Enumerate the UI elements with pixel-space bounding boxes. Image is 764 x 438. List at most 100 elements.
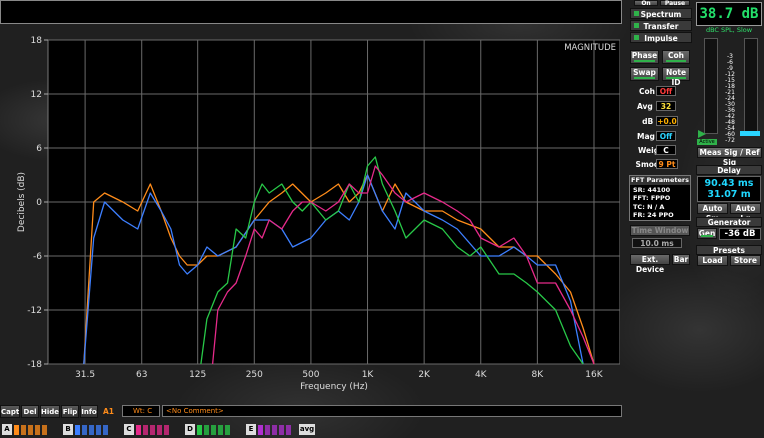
- info-button[interactable]: Info: [80, 405, 98, 418]
- meas-level-bargraph: [704, 38, 718, 134]
- indicator-bar: [701, 235, 713, 237]
- fft-line: SR: 44100: [633, 185, 671, 194]
- coh-label: Coh: [668, 51, 684, 60]
- x-tick-label: 250: [246, 370, 263, 380]
- phase-button[interactable]: Phase: [630, 50, 659, 64]
- on-button[interactable]: On: [634, 0, 658, 7]
- ext-device-button[interactable]: Ext. Device: [630, 254, 670, 274]
- x-tick-label: 2K: [418, 370, 431, 380]
- gen-button[interactable]: Gen: [697, 228, 717, 239]
- weight-value[interactable]: C: [656, 145, 676, 155]
- trace-slot-chip[interactable]: [42, 425, 47, 435]
- trace-slot-chip[interactable]: [35, 425, 40, 435]
- avg-button[interactable]: avg: [299, 424, 315, 435]
- trace-slot-chip[interactable]: [136, 425, 141, 435]
- x-tick-label: 63: [136, 370, 147, 380]
- ref-marker: [740, 131, 760, 136]
- auto-sm-button[interactable]: Auto Sm: [697, 203, 728, 223]
- meter-scale: -3 -6 -9 -12 -15 -18 -21 -24 -30 -36 -42 -48 -54 -60-…: [720, 54, 740, 144]
- trace-slot-chip[interactable]: [143, 425, 148, 435]
- trace-slot-chip[interactable]: [218, 425, 223, 435]
- trace-slot-chip[interactable]: [197, 425, 202, 435]
- presets-title: Presets: [696, 245, 762, 255]
- store-button[interactable]: Store: [730, 255, 761, 266]
- led-icon: [634, 35, 639, 40]
- flip-button[interactable]: Flip: [61, 405, 79, 418]
- tab-impulse[interactable]: Impulse: [630, 32, 692, 43]
- trace-slot-chip[interactable]: [157, 425, 162, 435]
- trace-slot-chip[interactable]: [164, 425, 169, 435]
- trace-slot-chip[interactable]: [103, 425, 108, 435]
- swap-label: Swap: [633, 68, 656, 77]
- fft-parameters-title: FFT Parameters: [630, 176, 690, 185]
- group-e-button[interactable]: E: [246, 424, 256, 435]
- coh-threshold-value[interactable]: Off: [656, 86, 676, 96]
- trace-slot-chip[interactable]: [150, 425, 155, 435]
- x-tick-label: 4K: [475, 370, 488, 380]
- delay-title: Delay: [696, 165, 762, 175]
- comment-field[interactable]: <No Comment>: [162, 405, 622, 417]
- tab-transfer-label: Transfer: [643, 22, 679, 31]
- trace-slot-chip[interactable]: [28, 425, 33, 435]
- y-tick-label: 0: [36, 198, 42, 208]
- time-window-button[interactable]: Time Window: [630, 225, 690, 236]
- group-d-button[interactable]: D: [185, 424, 195, 435]
- trace-slot-chip[interactable]: [21, 425, 26, 435]
- meter-scale-tick: -72: [725, 137, 735, 144]
- group-a-button[interactable]: A: [2, 424, 12, 435]
- trace-slot-chip[interactable]: [258, 425, 263, 435]
- capture-button[interactable]: Capt: [0, 405, 20, 418]
- bottom-toolbar: Capt Del Hide Flip Info A1 Wt: C <No Com…: [0, 405, 622, 419]
- trace-slot-chip[interactable]: [82, 425, 87, 435]
- time-window-value[interactable]: 10.0 ms: [632, 238, 682, 248]
- fft-line: FFT: FPPO: [633, 194, 671, 202]
- y-tick-label: -12: [27, 306, 42, 316]
- y-tick-label: 18: [31, 36, 43, 46]
- fft-line: TC: N / A: [633, 202, 665, 211]
- delete-button[interactable]: Del: [21, 405, 39, 418]
- pause-button[interactable]: Pause: [660, 0, 690, 7]
- load-button[interactable]: Load: [697, 255, 728, 266]
- trace-slot-chip[interactable]: [279, 425, 284, 435]
- meas-ref-button[interactable]: Meas Sig / Ref Sig: [697, 147, 762, 167]
- group-b-button[interactable]: B: [63, 424, 73, 435]
- trace-slot-chip[interactable]: [225, 425, 230, 435]
- trace-slot-chip[interactable]: [272, 425, 277, 435]
- tab-spectrum[interactable]: Spectrum: [630, 8, 692, 19]
- tab-transfer[interactable]: Transfer: [630, 20, 692, 31]
- note-id-button[interactable]: Note ID: [662, 67, 690, 87]
- trace-slot-chip[interactable]: [286, 425, 291, 435]
- magnitude-chart: 18 12 6 0 -6 -12 -18 31.5 63 125 250 500 1K 2K 4K 8K 16K…: [17, 36, 620, 392]
- tab-spectrum-label: Spectrum: [640, 10, 682, 19]
- y-tick-label: -6: [33, 252, 42, 262]
- fft-line: FR: 24 PPO: [633, 211, 674, 219]
- x-tick-label: 1K: [362, 370, 375, 380]
- phase-label: Phase: [631, 51, 658, 60]
- indicator-bar: [666, 77, 686, 79]
- led-icon: [634, 11, 639, 16]
- group-c-button[interactable]: C: [124, 424, 134, 435]
- title-bar: [0, 0, 622, 24]
- trace-slot-chip[interactable]: [75, 425, 80, 435]
- bar-button[interactable]: Bar: [672, 254, 690, 265]
- trace-slot-chip[interactable]: [211, 425, 216, 435]
- trace-group-bar: A B C D Eavg: [0, 423, 622, 437]
- db-offset-value[interactable]: +0.0: [656, 116, 678, 126]
- mag-threshold-value[interactable]: Off: [656, 131, 676, 141]
- smooth-value[interactable]: 9 Pt: [656, 159, 678, 169]
- coh-button[interactable]: Coh: [662, 50, 690, 64]
- trace-slot-chip[interactable]: [89, 425, 94, 435]
- trace-slot-chip[interactable]: [96, 425, 101, 435]
- indicator-bar: [666, 60, 686, 62]
- trace-slot-chip[interactable]: [265, 425, 270, 435]
- auto-lg-button[interactable]: Auto Lg: [730, 203, 761, 223]
- hide-button[interactable]: Hide: [40, 405, 60, 418]
- trace-slot-chip[interactable]: [204, 425, 209, 435]
- swap-button[interactable]: Swap: [630, 67, 659, 81]
- weight-tag: Wt: C: [122, 405, 160, 417]
- avg-value[interactable]: 32: [656, 101, 676, 111]
- x-tick-label: 500: [302, 370, 319, 380]
- chart-panel: 18 12 6 0 -6 -12 -18 31.5 63 125 250 500 1K 2K 4K 8K 16K…: [0, 36, 620, 398]
- trace-slot-chip[interactable]: [14, 425, 19, 435]
- gen-level-value[interactable]: -36 dB: [719, 228, 761, 240]
